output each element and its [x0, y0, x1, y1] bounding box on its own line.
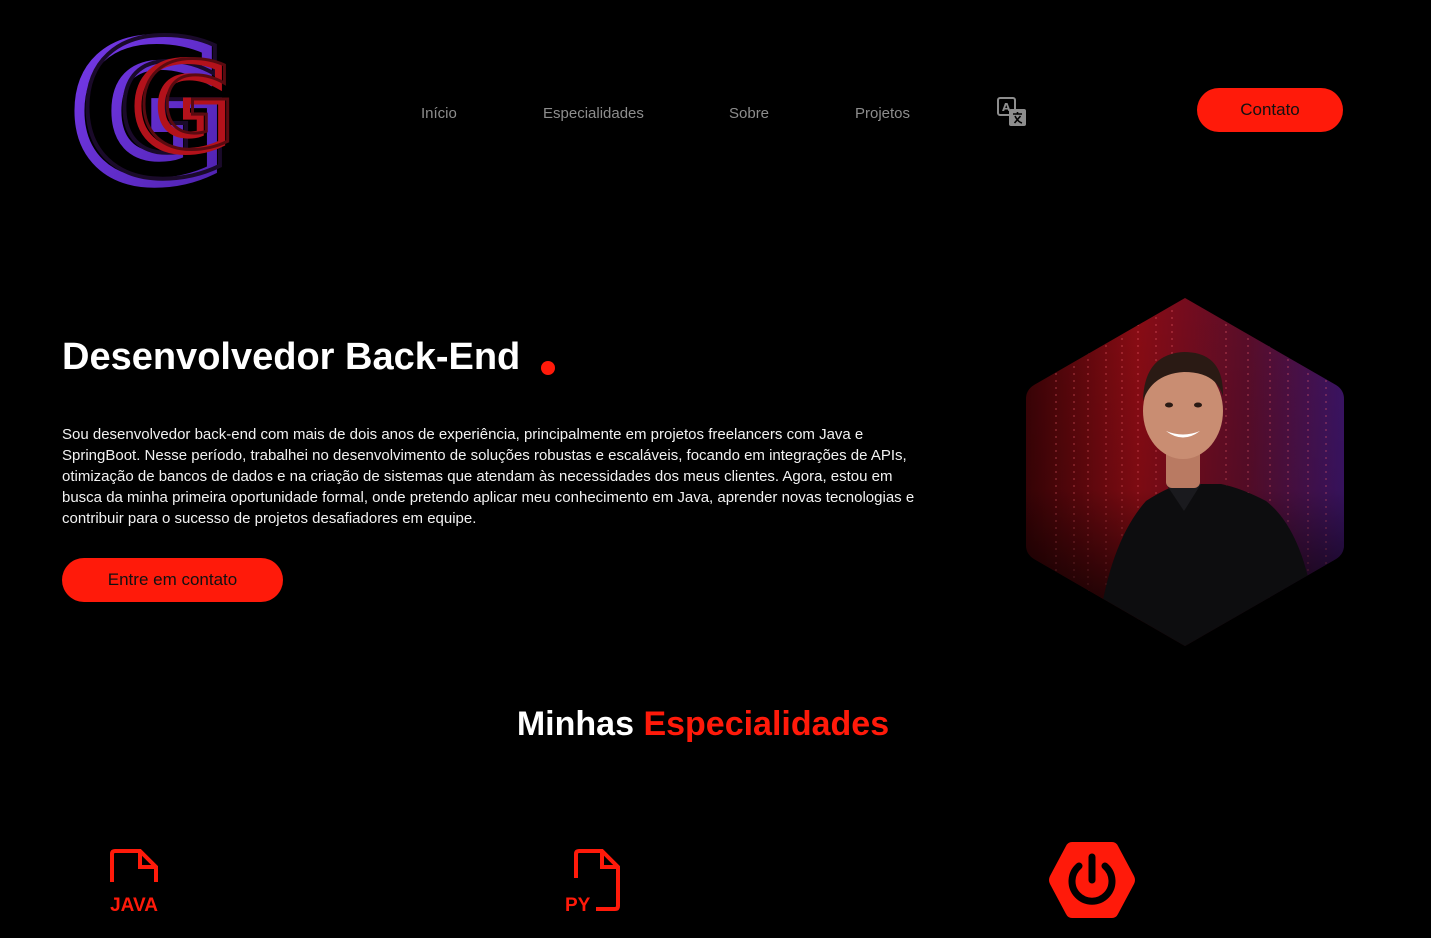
nav-link-sobre[interactable]: Sobre: [729, 105, 769, 122]
specialties-title: Minhas Especialidades: [0, 705, 1406, 744]
profile-photo: [1026, 298, 1344, 646]
translate-icon[interactable]: A: [996, 96, 1028, 128]
specialties-title-plain: Minhas: [516, 705, 634, 743]
py-label: PY: [565, 895, 591, 916]
java-file-icon: JAVA: [110, 849, 158, 916]
spring-boot-icon: [1049, 842, 1135, 918]
java-label: JAVA: [110, 895, 158, 916]
specialties-title-accent: Especialidades: [643, 705, 890, 743]
nav-link-projetos[interactable]: Projetos: [855, 105, 910, 122]
python-file-icon: PY: [565, 849, 620, 916]
contact-button[interactable]: Contato: [1197, 88, 1343, 132]
title-accent-dot: [541, 361, 555, 375]
hero-description: Sou desenvolvedor back-end com mais de d…: [62, 426, 915, 527]
nav-link-especialidades[interactable]: Especialidades: [543, 105, 644, 122]
get-in-touch-button[interactable]: Entre em contato: [62, 558, 283, 602]
nav-link-inicio[interactable]: Início: [421, 105, 457, 122]
hero-title: Desenvolvedor Back-End: [62, 336, 521, 378]
